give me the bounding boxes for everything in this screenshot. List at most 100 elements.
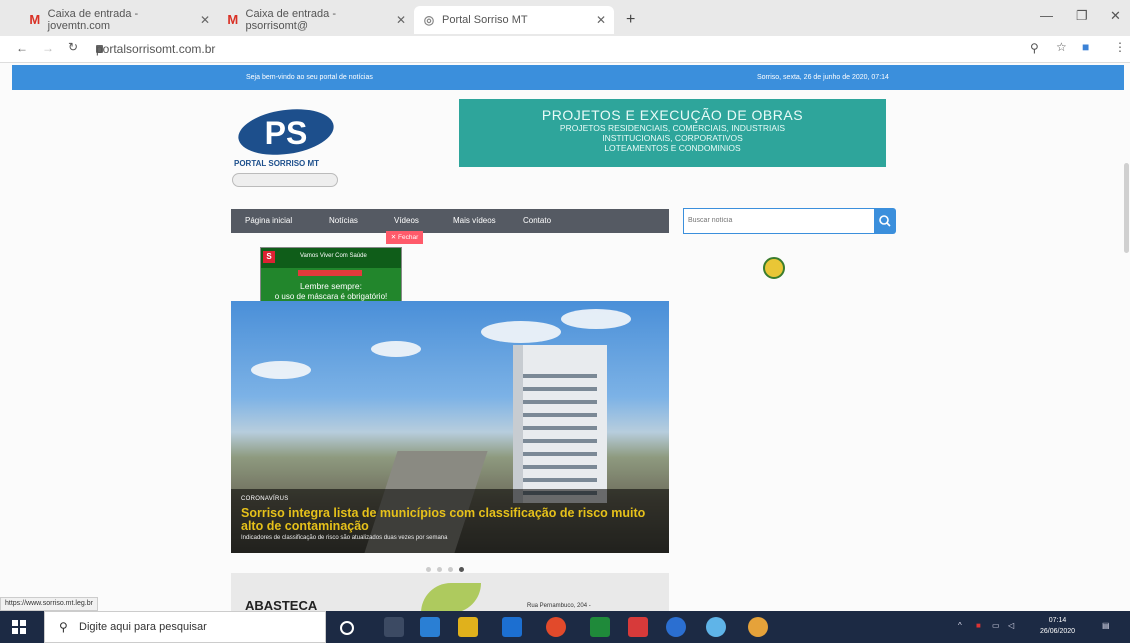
logo-slogan-strip [232, 173, 338, 187]
search-icon [879, 215, 891, 227]
ad-address: Rua Pernambuco, 204 - [527, 603, 591, 609]
file-explorer-icon[interactable] [458, 617, 478, 637]
building [513, 345, 607, 503]
portal-logo[interactable]: PS PORTAL SORRISO MT [230, 108, 342, 168]
tab-label: Caixa de entrada - jovemtn.com [47, 8, 139, 32]
back-icon[interactable]: ← [16, 41, 28, 55]
taskbar-search[interactable]: ⚲ Digite aqui para pesquisar [44, 611, 326, 643]
task-view-icon[interactable] [384, 617, 404, 637]
forward-icon[interactable]: → [42, 41, 54, 55]
banner-line: PROJETOS RESIDENCIAIS, COMERCIAIS, INDUS… [559, 123, 786, 133]
taskbar-search-placeholder: Digite aqui para pesquisar [79, 621, 207, 633]
excel-icon[interactable] [590, 617, 610, 637]
ad-banner-obras[interactable]: PROJETOS E EXECUÇÃO DE OBRAS PROJETOS RE… [459, 99, 886, 167]
search-button[interactable] [874, 208, 896, 234]
popup-red-tag [298, 270, 362, 276]
globe-icon: ◎ [423, 13, 435, 27]
app-icon[interactable] [706, 617, 726, 637]
popup-close-button[interactable]: ✕ Fechar [386, 231, 423, 244]
nav-home[interactable]: Página inicial [245, 216, 292, 225]
nav-noticias[interactable]: Notícias [329, 216, 358, 225]
site-topbar: Seja bem-vindo ao seu portal de notícias… [12, 65, 1124, 90]
scrollbar-thumb[interactable] [1124, 163, 1129, 253]
browser-tab-bar: M Caixa de entrada - jovemtn.com ✕ M Cai… [0, 0, 1130, 36]
popup-line-1: Lembre sempre: [300, 281, 362, 291]
reload-icon[interactable]: ↻ [68, 40, 78, 54]
bookmark-star-icon[interactable]: ☆ [1056, 40, 1067, 54]
gmail-icon: M [227, 12, 239, 27]
cloud [371, 341, 421, 357]
page-viewport: Seja bem-vindo ao seu portal de notícias… [0, 63, 1130, 613]
banner-line: LOTEAMENTOS E CONDOMINIOS [604, 143, 741, 153]
address-bar: ← → ↻ portalsorrisomt.com.br ⚲ ☆ ■ ⋮ [0, 36, 1130, 63]
tray-chevron-icon[interactable]: ^ [958, 621, 962, 630]
volume-icon[interactable]: ◁ [1008, 621, 1014, 630]
url-text: portalsorrisomt.com.br [96, 42, 216, 56]
slider-dot[interactable] [426, 567, 431, 572]
nav-videos[interactable]: Vídeos [394, 216, 419, 225]
cloud [481, 321, 561, 343]
notification-icon[interactable]: ▤ [1102, 621, 1110, 630]
app-icon[interactable] [628, 617, 648, 637]
slider-dot[interactable] [448, 567, 453, 572]
windows-taskbar: ⚲ Digite aqui para pesquisar ^ ■ ▭ ◁ 07:… [0, 611, 1130, 643]
hero-caption: CORONAVÍRUS Sorriso integra lista de mun… [231, 489, 669, 553]
ad-abasteca[interactable]: ABASTECA Rua Pernambuco, 204 - [231, 573, 669, 613]
link-status-url: https://www.sorriso.mt.leg.br [0, 597, 98, 611]
cloud [561, 309, 631, 329]
search-icon: ⚲ [59, 620, 68, 634]
taskbar-clock[interactable]: 07:14 26/06/2020 [1040, 615, 1075, 637]
network-icon[interactable]: ▭ [992, 621, 1000, 630]
tab-label: Portal Sorriso MT [442, 14, 528, 26]
nav-mais-videos[interactable]: Mais vídeos [453, 216, 496, 225]
app-icon[interactable] [748, 617, 768, 637]
seal-badge-icon [763, 257, 785, 279]
store-icon[interactable] [502, 617, 522, 637]
popup-header: S Vamos Viver Com Saúde [261, 248, 401, 268]
main-nav: Página inicial Notícias Vídeos Mais víde… [231, 209, 669, 233]
menu-dots-icon[interactable]: ⋮ [1114, 40, 1126, 54]
tray-app-icon[interactable]: ■ [976, 621, 981, 630]
app-icon[interactable] [666, 617, 686, 637]
banner-title: PROJETOS E EXECUÇÃO DE OBRAS [541, 107, 804, 123]
date-text: Sorriso, sexta, 26 de junho de 2020, 07:… [757, 74, 889, 81]
close-tab-icon[interactable]: ✕ [200, 13, 210, 27]
logo-letters: PS [265, 115, 308, 151]
hero-headline[interactable]: Sorriso integra lista de municípios com … [241, 507, 661, 533]
logo-name: PORTAL SORRISO MT [234, 159, 319, 168]
close-tab-icon[interactable]: ✕ [596, 13, 606, 27]
chrome-icon[interactable] [546, 617, 566, 637]
popup-line-2: o uso de máscara é obrigatório! [274, 292, 388, 301]
popup-header-text: Vamos Viver Com Saúde [300, 253, 367, 259]
welcome-text: Seja bem-vindo ao seu portal de notícias [246, 74, 373, 81]
maximize-icon[interactable]: ❐ [1076, 8, 1088, 24]
search-input[interactable] [684, 209, 872, 232]
clock-time: 07:14 [1048, 617, 1067, 624]
close-window-icon[interactable]: ✕ [1110, 8, 1121, 24]
extension-icon[interactable]: ■ [1082, 40, 1089, 54]
minimize-icon[interactable]: — [1040, 8, 1053, 23]
slider-dot[interactable] [437, 567, 442, 572]
tab-label: Caixa de entrada - psorrisomt@ [245, 8, 337, 32]
clock-date: 26/06/2020 [1040, 628, 1076, 635]
cortana-icon[interactable] [340, 621, 354, 635]
windows-start-icon[interactable] [12, 620, 26, 634]
slider-dot-active[interactable] [459, 567, 464, 572]
popup-badge: S [263, 251, 275, 263]
leaf-graphic [421, 583, 481, 613]
zoom-icon[interactable]: ⚲ [1030, 41, 1039, 55]
cloud [251, 361, 311, 379]
nav-contato[interactable]: Contato [523, 216, 551, 225]
close-tab-icon[interactable]: ✕ [396, 13, 406, 27]
new-tab-icon[interactable]: + [626, 11, 635, 29]
hero-subtitle: Indicadores de classificação de risco sã… [241, 535, 448, 541]
hero-category: CORONAVÍRUS [241, 496, 289, 502]
gmail-icon: M [29, 12, 41, 27]
tab-portal-sorriso[interactable]: ◎ Portal Sorriso MT ✕ [414, 6, 614, 34]
search-box [683, 208, 875, 234]
edge-icon[interactable] [420, 617, 440, 637]
banner-line: INSTITUCIONAIS, CORPORATIVOS [602, 133, 743, 143]
tab-gmail-1[interactable]: M Caixa de entrada - jovemtn.com ✕ [20, 6, 218, 34]
tab-gmail-2[interactable]: M Caixa de entrada - psorrisomt@ ✕ [218, 6, 414, 34]
hero-news-slider[interactable]: CORONAVÍRUS Sorriso integra lista de mun… [231, 301, 669, 553]
